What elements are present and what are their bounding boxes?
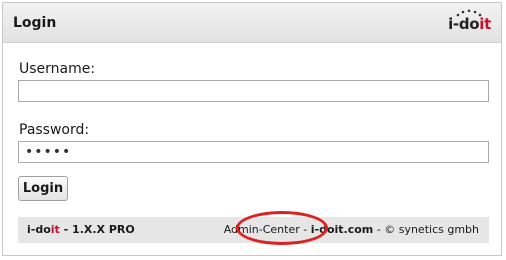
login-panel: Login i-doit Username: Password: ••••• L… bbox=[2, 2, 502, 256]
username-field[interactable] bbox=[18, 80, 489, 102]
logo-prefix: i-do bbox=[448, 15, 480, 33]
password-label: Password: bbox=[19, 122, 90, 138]
footer-links: Admin-Center - i-doit.com - © synetics g… bbox=[224, 223, 479, 236]
footer-version-text: - 1.X.X PRO bbox=[59, 223, 135, 236]
login-button[interactable]: Login bbox=[18, 176, 68, 201]
i-doit-logo: i-doit bbox=[448, 15, 491, 33]
username-label: Username: bbox=[19, 61, 96, 77]
logo-accent: it bbox=[479, 15, 491, 33]
footer-brand: i-doit bbox=[27, 223, 60, 236]
password-field[interactable]: ••••• bbox=[18, 141, 489, 163]
footer-brand-prefix: i-do bbox=[27, 223, 51, 236]
admin-center-link[interactable]: Admin-Center bbox=[224, 223, 300, 236]
footer-version: i-doit - 1.X.X PRO bbox=[27, 223, 135, 236]
footer-separator: - bbox=[299, 223, 311, 236]
footer-bar: i-doit - 1.X.X PRO Admin-Center - i-doit… bbox=[18, 217, 489, 243]
footer-brand-accent: it bbox=[50, 223, 60, 236]
panel-title: Login bbox=[13, 15, 57, 31]
copyright-text: © synetics gmbh bbox=[384, 223, 479, 236]
panel-header: Login i-doit bbox=[3, 3, 501, 43]
website-link[interactable]: i-doit.com bbox=[311, 223, 374, 236]
footer-separator: - bbox=[373, 223, 385, 236]
